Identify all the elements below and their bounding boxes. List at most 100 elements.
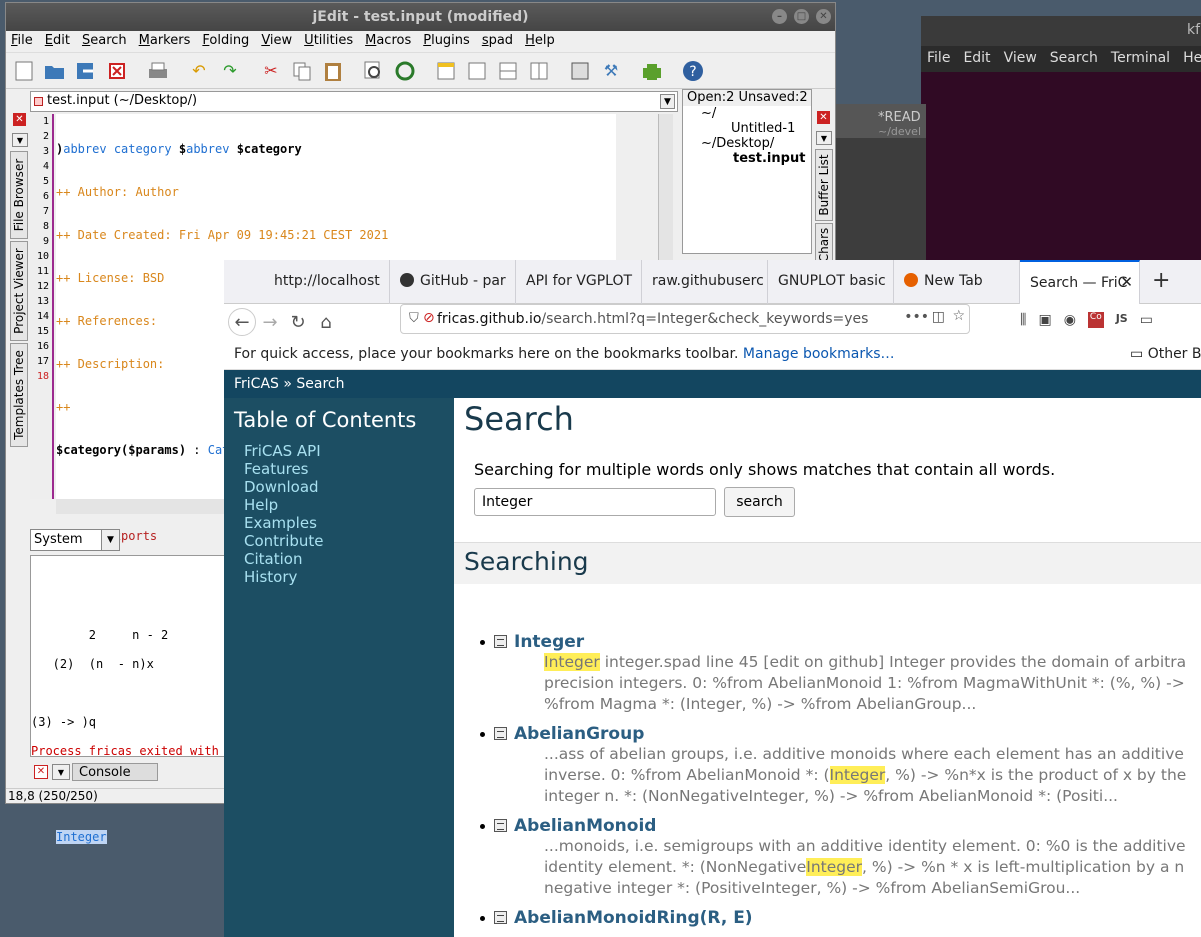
tree-untitled[interactable]: Untitled-1	[701, 121, 811, 136]
dock-menu-icon[interactable]: ▼	[12, 133, 28, 147]
js-extension-icon[interactable]: JS	[1116, 312, 1128, 328]
home-icon[interactable]: ⌂	[312, 308, 340, 336]
browser-tab[interactable]: GNUPLOT basic	[768, 260, 894, 304]
result-link[interactable]: AbelianMonoid	[514, 816, 656, 836]
menu-edit[interactable]: Edit	[45, 33, 70, 52]
dock-close-icon[interactable]: ✕	[13, 113, 26, 126]
tab-buffer-list[interactable]: Buffer List	[815, 149, 833, 221]
buffer-switcher[interactable]: test.input (~/Desktop/) ▼	[30, 91, 678, 112]
terminal-menu-help[interactable]: Help	[1183, 50, 1201, 72]
new-view-icon[interactable]	[434, 59, 458, 83]
library-icon[interactable]: ⫼	[1020, 312, 1026, 328]
find-next-icon[interactable]	[393, 59, 417, 83]
tools-icon[interactable]: ⚒	[599, 59, 623, 83]
menu-help[interactable]: Help	[525, 33, 555, 52]
tree-dir-desktop[interactable]: ~/Desktop/	[701, 136, 811, 151]
open-folder-icon[interactable]	[43, 59, 67, 83]
menu-search[interactable]: Search	[82, 33, 127, 52]
options-icon[interactable]	[568, 59, 592, 83]
close-icon[interactable]: ✕	[816, 9, 831, 24]
tree-test-input[interactable]: test.input	[701, 151, 811, 166]
chevron-down-icon[interactable]: ▼	[660, 94, 675, 109]
redo-icon[interactable]: ↷	[218, 59, 242, 83]
menu-view[interactable]: View	[261, 33, 292, 52]
shell-select[interactable]: System ▼	[30, 529, 120, 551]
close-buffer-icon[interactable]	[105, 59, 129, 83]
search-input[interactable]: Integer	[474, 488, 716, 516]
reload-icon[interactable]: ↻	[284, 308, 312, 336]
menu-file[interactable]: File	[11, 33, 33, 52]
toc-item-contribute[interactable]: Contribute	[244, 532, 454, 550]
shield-icon[interactable]: ⛉	[409, 311, 419, 326]
result-link[interactable]: AbelianMonoidRing(R, E)	[514, 908, 753, 928]
menu-utilities[interactable]: Utilities	[304, 33, 353, 52]
tree-dir-home[interactable]: ~/	[701, 106, 811, 121]
tab-file-browser[interactable]: File Browser	[10, 151, 28, 239]
split-horizontal-icon[interactable]	[496, 59, 520, 83]
console-close-icon[interactable]: ✕	[34, 765, 48, 779]
menu-spad[interactable]: spad	[482, 33, 513, 52]
bookmark-star-icon[interactable]: ☆	[952, 308, 965, 324]
minimize-icon[interactable]: –	[772, 9, 787, 24]
toc-item-citation[interactable]: Citation	[244, 550, 454, 568]
page-actions-icon[interactable]: •••	[898, 309, 929, 325]
browser-tab[interactable]: API for VGPLOT	[516, 260, 642, 304]
terminal-menu-search[interactable]: Search	[1050, 50, 1098, 72]
browser-tab[interactable]: raw.githubuserc	[642, 260, 768, 304]
cut-icon[interactable]: ✂	[259, 59, 283, 83]
browser-tab[interactable]: GitHub - par	[390, 260, 516, 304]
chevron-down-icon[interactable]: ▼	[101, 530, 119, 550]
toc-item-fricas-api[interactable]: FriCAS API	[244, 442, 454, 460]
unsplit-icon[interactable]	[465, 59, 489, 83]
tab-templates-tree[interactable]: Templates Tree	[10, 343, 28, 447]
account-icon[interactable]: ◉	[1064, 312, 1076, 328]
undo-icon[interactable]: ↶	[187, 59, 211, 83]
toc-item-help[interactable]: Help	[244, 496, 454, 514]
back-icon[interactable]: ←	[228, 308, 256, 336]
tab-close-icon[interactable]: ✕	[1120, 273, 1133, 291]
terminal-menu-view[interactable]: View	[1004, 50, 1037, 72]
search-button[interactable]: search	[724, 487, 795, 517]
paste-icon[interactable]	[321, 59, 345, 83]
menu-plugins[interactable]: Plugins	[423, 33, 470, 52]
browser-tab-active[interactable]: Search — FriC ✕	[1020, 260, 1140, 304]
terminal-menu-edit[interactable]: Edit	[963, 50, 990, 72]
manage-bookmarks-link[interactable]: Manage bookmarks…	[743, 346, 895, 362]
result-link[interactable]: AbelianGroup	[514, 724, 644, 744]
toc-item-features[interactable]: Features	[244, 460, 454, 478]
forward-icon[interactable]: →	[256, 308, 284, 336]
plugin-manager-icon[interactable]	[640, 59, 664, 83]
menu-folding[interactable]: Folding	[202, 33, 249, 52]
maximize-icon[interactable]: □	[794, 9, 809, 24]
new-file-icon[interactable]	[12, 59, 36, 83]
toc-item-history[interactable]: History	[244, 568, 454, 586]
menu-macros[interactable]: Macros	[365, 33, 411, 52]
split-vertical-icon[interactable]	[527, 59, 551, 83]
help-icon[interactable]: ?	[681, 59, 705, 83]
reload-icon[interactable]	[74, 59, 98, 83]
browser-tab[interactable]: New Tab	[894, 260, 1020, 304]
browser-tab[interactable]: http://localhost	[264, 260, 390, 304]
console-menu-icon[interactable]: ▼	[52, 764, 70, 780]
result-link[interactable]: Integer	[514, 632, 584, 652]
pocket-icon[interactable]: ◫	[931, 309, 945, 325]
sidebar-icon[interactable]: ▣	[1038, 312, 1051, 328]
tab-project-viewer[interactable]: Project Viewer	[10, 241, 28, 341]
menu-markers[interactable]: Markers	[139, 33, 191, 52]
new-tab-icon[interactable]: +	[1140, 260, 1180, 303]
terminal-menu-file[interactable]: File	[927, 50, 950, 72]
toc-item-examples[interactable]: Examples	[244, 514, 454, 532]
toc-item-download[interactable]: Download	[244, 478, 454, 496]
cors-extension-icon[interactable]: Co	[1087, 312, 1104, 328]
right-dock-menu-icon[interactable]: ▼	[816, 131, 832, 145]
other-bookmarks[interactable]: ▭ Other B	[1130, 346, 1201, 362]
monitor-icon[interactable]: ▭	[1140, 312, 1153, 328]
url-bar[interactable]: ⛉ ⊘ fricas.github.io/search.html?q=Integ…	[400, 304, 970, 334]
right-dock-close-icon[interactable]: ✕	[817, 111, 830, 124]
tab-console[interactable]: Console	[72, 763, 158, 781]
find-icon[interactable]	[362, 59, 386, 83]
print-icon[interactable]	[146, 59, 170, 83]
copy-icon[interactable]	[290, 59, 314, 83]
console-output[interactable]: 2 n - 2 (2) (n - n)x (3) -> )q Process f…	[30, 555, 230, 757]
terminal-menu-terminal[interactable]: Terminal	[1111, 50, 1170, 72]
